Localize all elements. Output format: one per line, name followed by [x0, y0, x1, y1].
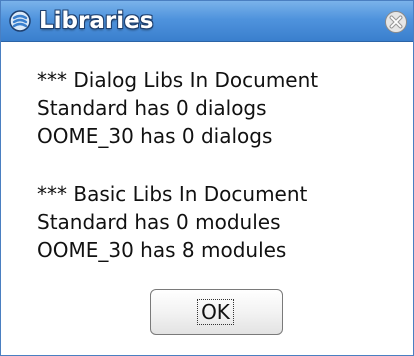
- window-title: Libraries: [39, 8, 154, 34]
- ok-button[interactable]: OK: [150, 289, 283, 335]
- message-line-oome-modules: OOME_30 has 8 modules: [37, 238, 287, 262]
- ok-button-label: OK: [197, 299, 234, 325]
- message-line-oome-dialogs: OOME_30 has 0 dialogs: [37, 124, 273, 148]
- message-line-basic-header: *** Basic Libs In Document: [37, 182, 308, 206]
- libraries-dialog: Libraries *** Dialog Libs In Document St…: [0, 0, 414, 356]
- message-line-dialog-header: *** Dialog Libs In Document: [37, 68, 319, 92]
- close-icon[interactable]: [384, 10, 408, 34]
- message-line-standard-modules: Standard has 0 modules: [37, 210, 281, 234]
- message-area: *** Dialog Libs In Document Standard has…: [1, 42, 413, 355]
- message-line-standard-dialogs: Standard has 0 dialogs: [37, 96, 267, 120]
- title-bar[interactable]: Libraries: [1, 1, 413, 42]
- app-menu-icon[interactable]: [9, 10, 31, 32]
